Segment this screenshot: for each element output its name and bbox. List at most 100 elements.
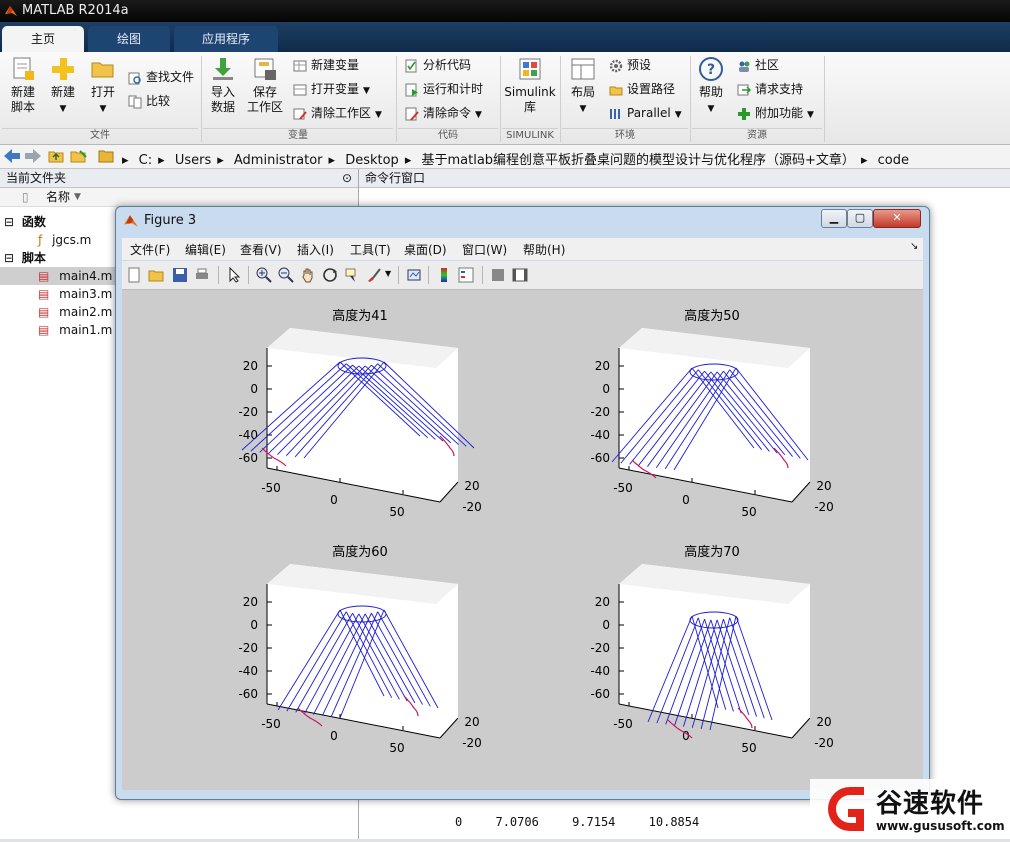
request-support-button[interactable]: 请求支持: [737, 80, 803, 98]
set-path-button[interactable]: 设置路径: [609, 80, 675, 98]
output-value: 9.7154: [572, 815, 616, 829]
command-window-header: 命令行窗口: [359, 169, 1010, 188]
window-title: MATLAB R2014a: [22, 3, 129, 18]
open-variable-button[interactable]: 打开变量 ▼: [293, 80, 370, 98]
menu-help[interactable]: 帮助(H): [523, 241, 565, 258]
add-ons-button[interactable]: 附加功能 ▼: [737, 104, 814, 122]
open-variable-icon: [293, 84, 307, 95]
breadcrumb-item[interactable]: code: [878, 153, 909, 168]
breadcrumb-item[interactable]: C:: [139, 153, 152, 168]
open-file-icon[interactable]: [148, 267, 164, 283]
subplot-grid: 高度为41 20 0 -20 -40 -60 -50 0 50 20 -20 高度为50 20 0 -20 -…: [238, 308, 833, 755]
colorbar-icon[interactable]: [436, 267, 452, 283]
tab-home[interactable]: 主页: [2, 26, 84, 52]
script-file-icon: ▤: [38, 323, 50, 337]
clear-workspace-button[interactable]: 清除工作区 ▼: [293, 104, 382, 122]
tab-plots[interactable]: 绘图: [88, 26, 170, 52]
new-script-icon: [13, 57, 34, 80]
collapse-icon[interactable]: ⊟: [4, 215, 14, 229]
group-functions[interactable]: ⊟ 函数: [4, 213, 46, 231]
hide-plot-tools-icon[interactable]: [490, 267, 506, 283]
file-item[interactable]: ▤ main3.m: [38, 285, 112, 303]
menu-view[interactable]: 查看(V): [240, 241, 282, 258]
parallel-button[interactable]: Parallel ▼: [609, 104, 682, 122]
zoom-out-icon[interactable]: [278, 267, 294, 283]
legend-icon[interactable]: [458, 267, 474, 283]
rotate-3d-icon[interactable]: [322, 267, 338, 283]
preferences-button[interactable]: 预设: [609, 56, 651, 74]
subplot-title: 高度为41: [332, 308, 388, 324]
forward-arrow-icon[interactable]: [24, 148, 42, 164]
clear-commands-button[interactable]: 清除命令 ▼: [405, 104, 482, 122]
new-figure-icon[interactable]: [126, 267, 142, 283]
menu-tools[interactable]: 工具(T): [350, 241, 391, 258]
new-script-label: 新建 脚本: [10, 85, 35, 114]
save-workspace-button[interactable]: 保存 工作区: [246, 56, 284, 115]
column-header-name[interactable]: ▯ 名称 ▼: [0, 188, 358, 207]
browse-folder-icon[interactable]: [70, 148, 88, 164]
new-script-button[interactable]: 新建 脚本: [6, 56, 40, 115]
analyze-code-button[interactable]: 分析代码: [405, 56, 471, 74]
compare-button[interactable]: 比较: [128, 92, 170, 110]
layout-button[interactable]: 布局 ▼: [566, 56, 600, 117]
collapse-icon[interactable]: ⊟: [4, 251, 14, 265]
open-variable-label: 打开变量: [311, 82, 360, 96]
folder-icon: [91, 62, 114, 78]
close-button[interactable]: ✕: [873, 209, 921, 228]
pan-hand-icon[interactable]: [300, 267, 316, 283]
find-files-button[interactable]: 查找文件: [128, 68, 194, 86]
group-label-file: 文件: [2, 128, 198, 143]
open-label: 打开: [90, 85, 115, 99]
community-button[interactable]: 社区: [737, 56, 779, 74]
new-button[interactable]: 新建 ▼: [46, 56, 80, 117]
save-icon[interactable]: [172, 267, 188, 283]
data-cursor-icon[interactable]: [344, 267, 360, 283]
z-tick-label: 0: [602, 618, 610, 632]
open-button[interactable]: 打开 ▼: [86, 56, 120, 117]
back-arrow-icon[interactable]: [3, 148, 21, 164]
brush-dropdown-icon[interactable]: ▼: [385, 269, 391, 278]
file-item[interactable]: ▤ main2.m: [38, 303, 112, 321]
breadcrumb-item[interactable]: 基于matlab编程创意平板折叠桌问题的模型设计与优化程序（源码+文章）: [421, 153, 854, 168]
group-scripts[interactable]: ⊟ 脚本: [4, 249, 46, 267]
menu-window[interactable]: 窗口(W): [462, 241, 507, 258]
file-item[interactable]: ƒ jgcs.m: [38, 231, 91, 249]
figure-canvas[interactable]: 高度为41 20 0 -20 -40 -60 -50 0 50 20 -20 高度为50 20 0 -20 -…: [122, 290, 923, 790]
help-button[interactable]: ? 帮助 ▼: [694, 56, 728, 117]
watermark-brand: 谷速软件: [876, 789, 985, 819]
simulink-library-button[interactable]: Simulink 库: [504, 56, 556, 115]
new-variable-button[interactable]: 新建变量: [293, 56, 359, 74]
tab-apps[interactable]: 应用程序: [174, 26, 278, 52]
up-folder-icon[interactable]: [48, 148, 64, 164]
z-tick-label: -40: [590, 664, 610, 678]
breadcrumb-item[interactable]: Users: [175, 153, 211, 168]
breadcrumb-item[interactable]: Administrator: [234, 153, 323, 168]
menu-desktop[interactable]: 桌面(D): [404, 241, 447, 258]
x-tick-label: 0: [330, 729, 338, 743]
menu-edit[interactable]: 编辑(E): [185, 241, 226, 258]
ribbon-divider: [824, 56, 825, 142]
file-name: main1.m: [59, 323, 113, 337]
figure-window[interactable]: Figure 3 ▁ ▢ ✕ 文件(F) 编辑(E) 查看(V) 插入(I) 工…: [115, 206, 930, 800]
z-tick-label: 20: [243, 359, 258, 373]
file-item[interactable]: ▤ main1.m: [38, 321, 112, 339]
menu-file[interactable]: 文件(F): [130, 241, 170, 258]
print-icon[interactable]: [194, 267, 210, 283]
link-plot-icon[interactable]: [406, 267, 422, 283]
maximize-button[interactable]: ▢: [847, 209, 873, 228]
z-tick-label: -40: [590, 428, 610, 442]
z-tick-label: -60: [238, 687, 258, 701]
ribbon-divider: [396, 56, 397, 142]
add-ons-label: 附加功能: [755, 106, 804, 120]
minimize-button[interactable]: ▁: [821, 209, 847, 228]
brush-icon[interactable]: [366, 267, 382, 283]
dock-arrow-icon[interactable]: ↘: [910, 241, 918, 252]
breadcrumb-item[interactable]: Desktop: [345, 153, 399, 168]
menu-insert[interactable]: 插入(I): [297, 241, 334, 258]
run-and-time-button[interactable]: 运行和计时: [405, 80, 483, 98]
import-data-button[interactable]: 导入 数据: [206, 56, 240, 115]
zoom-in-icon[interactable]: [256, 267, 272, 283]
show-plot-tools-icon[interactable]: [512, 267, 528, 283]
pointer-icon[interactable]: [226, 267, 242, 283]
panel-menu-icon[interactable]: ⊙: [342, 169, 352, 187]
